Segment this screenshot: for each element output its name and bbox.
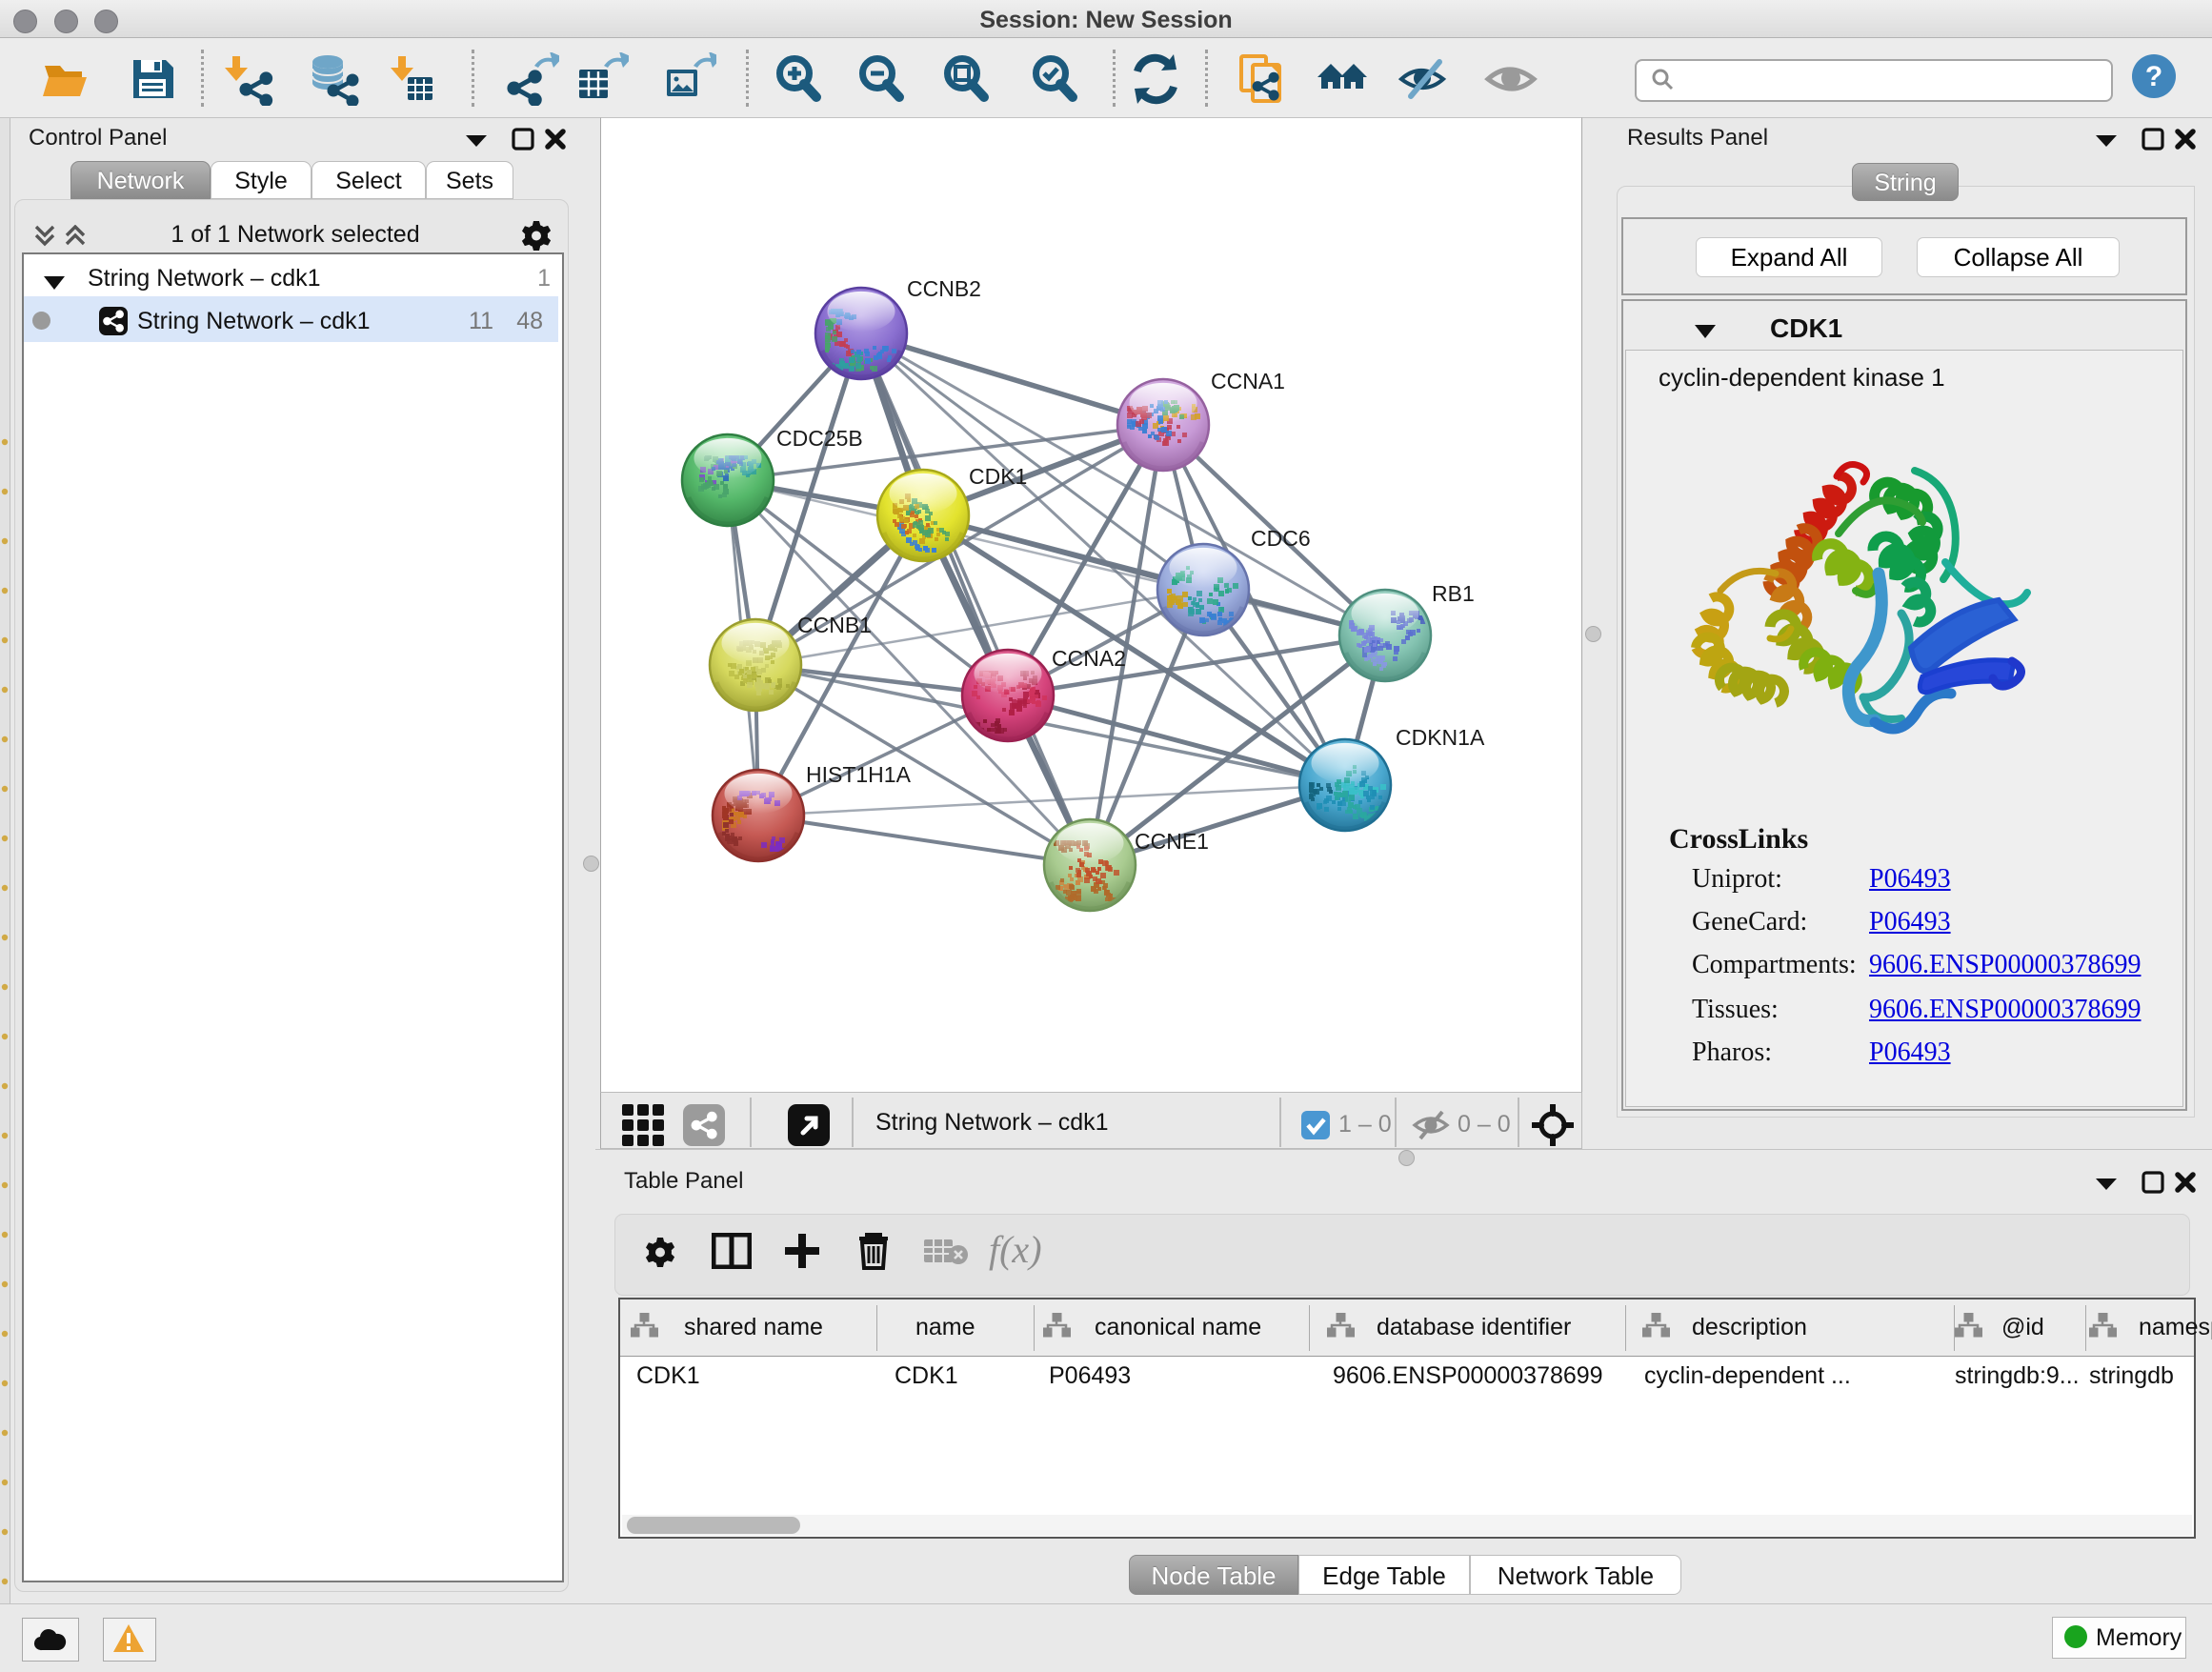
svg-text:CDKN1A: CDKN1A bbox=[1396, 725, 1485, 750]
svg-text:RB1: RB1 bbox=[1432, 581, 1475, 606]
svg-text:CDC25B: CDC25B bbox=[776, 426, 863, 451]
svg-text:?: ? bbox=[2145, 61, 2162, 92]
svg-text:CCNB2: CCNB2 bbox=[907, 276, 981, 301]
svg-text:CDC6: CDC6 bbox=[1251, 526, 1311, 551]
svg-text:CDK1: CDK1 bbox=[969, 464, 1027, 489]
svg-text:CCNA1: CCNA1 bbox=[1211, 369, 1285, 393]
svg-text:CCNE1: CCNE1 bbox=[1135, 829, 1209, 854]
svg-text:CCNB1: CCNB1 bbox=[797, 613, 872, 637]
svg-text:HIST1H1A: HIST1H1A bbox=[806, 762, 912, 787]
svg-text:CCNA2: CCNA2 bbox=[1052, 646, 1126, 671]
